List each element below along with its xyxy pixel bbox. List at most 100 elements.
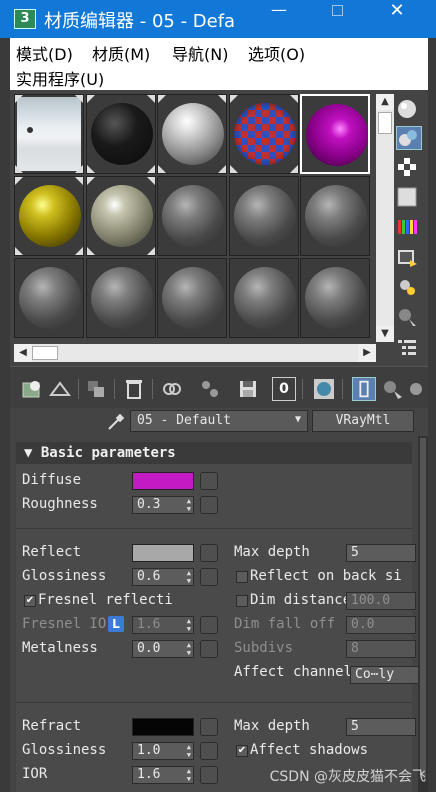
sample-slot[interactable] [85, 176, 156, 256]
show-end-result-icon[interactable] [352, 377, 376, 401]
minimize-button[interactable]: — [256, 0, 302, 38]
slot-in-scene-corner [146, 95, 155, 103]
ior-map-button[interactable] [200, 766, 218, 784]
background-checker-icon[interactable] [396, 156, 422, 180]
metalness-map-button[interactable] [200, 640, 218, 658]
reflect-color-swatch[interactable] [132, 544, 194, 562]
metalness-label: Metalness [22, 640, 98, 656]
select-by-material-icon[interactable] [396, 306, 422, 330]
title-bar[interactable]: 3 材质编辑器 - 05 - Defa — ✕ [0, 0, 436, 38]
eyedropper-icon[interactable] [106, 412, 126, 432]
spinner-arrows-icon[interactable]: ▲ ▼ [187, 497, 191, 513]
dim-falloff-field[interactable]: 0.0 [346, 616, 416, 634]
roughness-map-button[interactable] [200, 496, 218, 514]
scroll-up-icon[interactable]: ▲ [376, 94, 394, 110]
sample-slot[interactable] [157, 258, 227, 338]
put-material-to-scene-icon[interactable] [48, 377, 72, 401]
go-to-parent-icon[interactable] [380, 377, 404, 401]
refract-color-swatch[interactable] [132, 718, 194, 736]
max-depth-field[interactable]: 5 [346, 544, 416, 562]
sample-slot[interactable] [300, 94, 370, 174]
get-material-icon[interactable] [20, 377, 44, 401]
reset-map-delete-icon[interactable] [122, 377, 146, 401]
menu-utilities[interactable]: 实用程序(U) [16, 66, 104, 90]
show-shaded-material-icon[interactable] [312, 377, 336, 401]
scroll-right-icon[interactable]: ▶ [358, 344, 376, 362]
slots-horizontal-scrollbar[interactable]: ◀ ▶ [14, 344, 376, 362]
diffuse-color-swatch[interactable] [132, 472, 194, 490]
subdivs-field[interactable]: 8 [346, 640, 416, 658]
sample-uv-tiling-icon[interactable] [396, 186, 422, 210]
spinner-arrows-icon[interactable]: ▲ ▼ [187, 743, 191, 759]
sample-slot[interactable] [228, 176, 299, 256]
refraction-max-depth-field[interactable]: 5 [346, 718, 416, 736]
dim-distance-label: Dim distance [250, 592, 352, 608]
sample-slot[interactable] [228, 258, 299, 338]
backlight-icon[interactable] [396, 126, 422, 150]
scroll-thumb[interactable] [378, 112, 392, 134]
scroll-thumb[interactable] [32, 346, 58, 360]
material-map-navigator-icon[interactable] [396, 336, 422, 360]
fresnel-checkbox[interactable]: ✔ [24, 595, 36, 607]
diffuse-map-button[interactable] [200, 472, 218, 490]
make-material-copy-icon[interactable] [160, 377, 184, 401]
dim-distance-field[interactable]: 100.0 [346, 592, 416, 610]
menu-mode[interactable]: 模式(D) [16, 41, 73, 65]
glossiness-map-button[interactable] [200, 568, 218, 586]
sample-type-sphere-icon[interactable] [396, 98, 422, 122]
make-preview-icon[interactable] [396, 246, 422, 270]
fresnel-ior-lock-button[interactable]: L [108, 616, 124, 632]
material-type-button[interactable]: VRayMtl [312, 410, 414, 432]
refraction-glossiness-map-button[interactable] [200, 742, 218, 760]
spinner-arrows-icon[interactable]: ▲ ▼ [187, 617, 191, 633]
fresnel-ior-spinner[interactable]: 1.6 ▲ ▼ [132, 616, 194, 634]
sample-slot[interactable] [157, 94, 227, 174]
sample-slot[interactable] [157, 176, 227, 256]
close-button[interactable]: ✕ [374, 0, 420, 38]
fresnel-ior-map-button[interactable] [200, 616, 218, 634]
ior-spinner[interactable]: 1.6 ▲ ▼ [132, 766, 194, 784]
slot-in-scene-corner [75, 247, 83, 255]
sample-slot[interactable] [14, 94, 84, 174]
sample-slot[interactable] [300, 258, 370, 338]
spinner-arrows-icon[interactable]: ▲ ▼ [187, 767, 191, 783]
reflect-map-button[interactable] [200, 544, 218, 562]
sample-slot[interactable] [14, 258, 84, 338]
scroll-thumb[interactable] [420, 438, 426, 778]
scroll-down-icon[interactable]: ▼ [376, 326, 394, 342]
refract-map-button[interactable] [200, 718, 218, 736]
material-name-dropdown[interactable]: 05 - Default ▼ [130, 410, 308, 432]
put-to-library-icon[interactable] [236, 377, 260, 401]
go-forward-to-sibling-icon[interactable] [404, 377, 428, 401]
metalness-spinner[interactable]: 0.0 ▲ ▼ [132, 640, 194, 658]
menu-navigation[interactable]: 导航(N) [172, 41, 228, 65]
refraction-glossiness-spinner[interactable]: 1.0 ▲ ▼ [132, 742, 194, 760]
slots-vertical-scrollbar[interactable]: ▲ ▼ [376, 94, 394, 342]
options-icon[interactable] [396, 276, 422, 300]
sample-slot[interactable] [14, 176, 84, 256]
spinner-arrows-icon[interactable]: ▲ ▼ [187, 569, 191, 585]
rollout-header-basic-parameters[interactable]: ▼ Basic parameters [16, 442, 412, 464]
make-unique-icon[interactable] [198, 377, 222, 401]
affect-channels-dropdown[interactable]: Co⋯ly [350, 666, 418, 684]
spinner-arrows-icon[interactable]: ▲ ▼ [187, 641, 191, 657]
sample-slot[interactable] [85, 94, 156, 174]
roughness-spinner[interactable]: 0.3 ▲ ▼ [132, 496, 194, 514]
parameters-scrollbar[interactable] [418, 436, 428, 792]
assign-material-to-selection-icon[interactable] [84, 377, 108, 401]
glossiness-spinner[interactable]: 0.6 ▲ ▼ [132, 568, 194, 586]
scroll-left-icon[interactable]: ◀ [14, 344, 32, 362]
menu-material[interactable]: 材质(M) [92, 41, 150, 65]
reflect-on-back-side-checkbox[interactable] [236, 571, 248, 583]
app-icon: 3 [14, 9, 36, 29]
video-color-check-icon[interactable] [396, 216, 422, 240]
affect-shadows-checkbox[interactable]: ✔ [236, 745, 248, 757]
maximize-button[interactable] [314, 0, 360, 38]
slot-in-scene-corner [158, 165, 166, 173]
material-id-channel-icon[interactable]: 0 [272, 377, 296, 401]
dim-distance-checkbox[interactable] [236, 595, 248, 607]
sample-slot[interactable] [228, 94, 299, 174]
sample-slot[interactable] [85, 258, 156, 338]
menu-options[interactable]: 选项(O) [248, 41, 305, 65]
sample-slot[interactable] [300, 176, 370, 256]
